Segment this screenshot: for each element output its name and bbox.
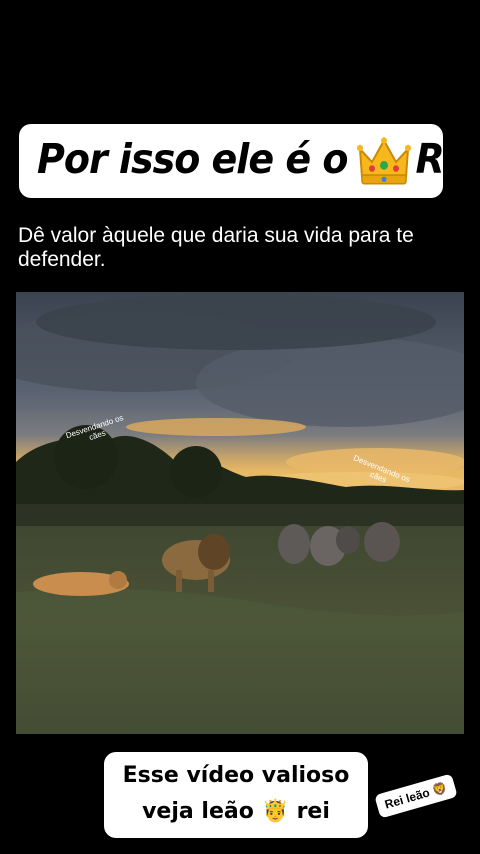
video-frame[interactable]: Desvendando os cães Desvendando os cães bbox=[16, 292, 464, 734]
bottom-line-2-before: veja leão bbox=[142, 799, 254, 824]
bottom-caption: Esse vídeo valioso veja leão 🤴 rei bbox=[104, 752, 368, 838]
title-after: REI bbox=[415, 134, 480, 183]
lion-emoji-icon: 🦁 bbox=[430, 780, 449, 798]
video-scene bbox=[16, 292, 464, 734]
prince-emoji-icon: 🤴 bbox=[261, 799, 289, 824]
bottom-line-2: veja leão 🤴 rei bbox=[104, 794, 368, 830]
title-before: Por isso ele é o bbox=[37, 134, 348, 183]
title-text: Por isso ele é o REI bbox=[37, 135, 480, 187]
rei-leao-sticker: Rei leão 🦁 bbox=[374, 773, 458, 819]
title-banner: Por isso ele é o REI bbox=[19, 124, 480, 198]
sticker-label: Rei leão bbox=[383, 785, 432, 812]
caption-text: Dê valor àquele que daria sua vida para … bbox=[18, 224, 414, 271]
bottom-line-2-after: rei bbox=[296, 799, 330, 824]
crown-icon bbox=[357, 136, 412, 184]
bottom-line-1: Esse vídeo valioso bbox=[122, 763, 350, 788]
